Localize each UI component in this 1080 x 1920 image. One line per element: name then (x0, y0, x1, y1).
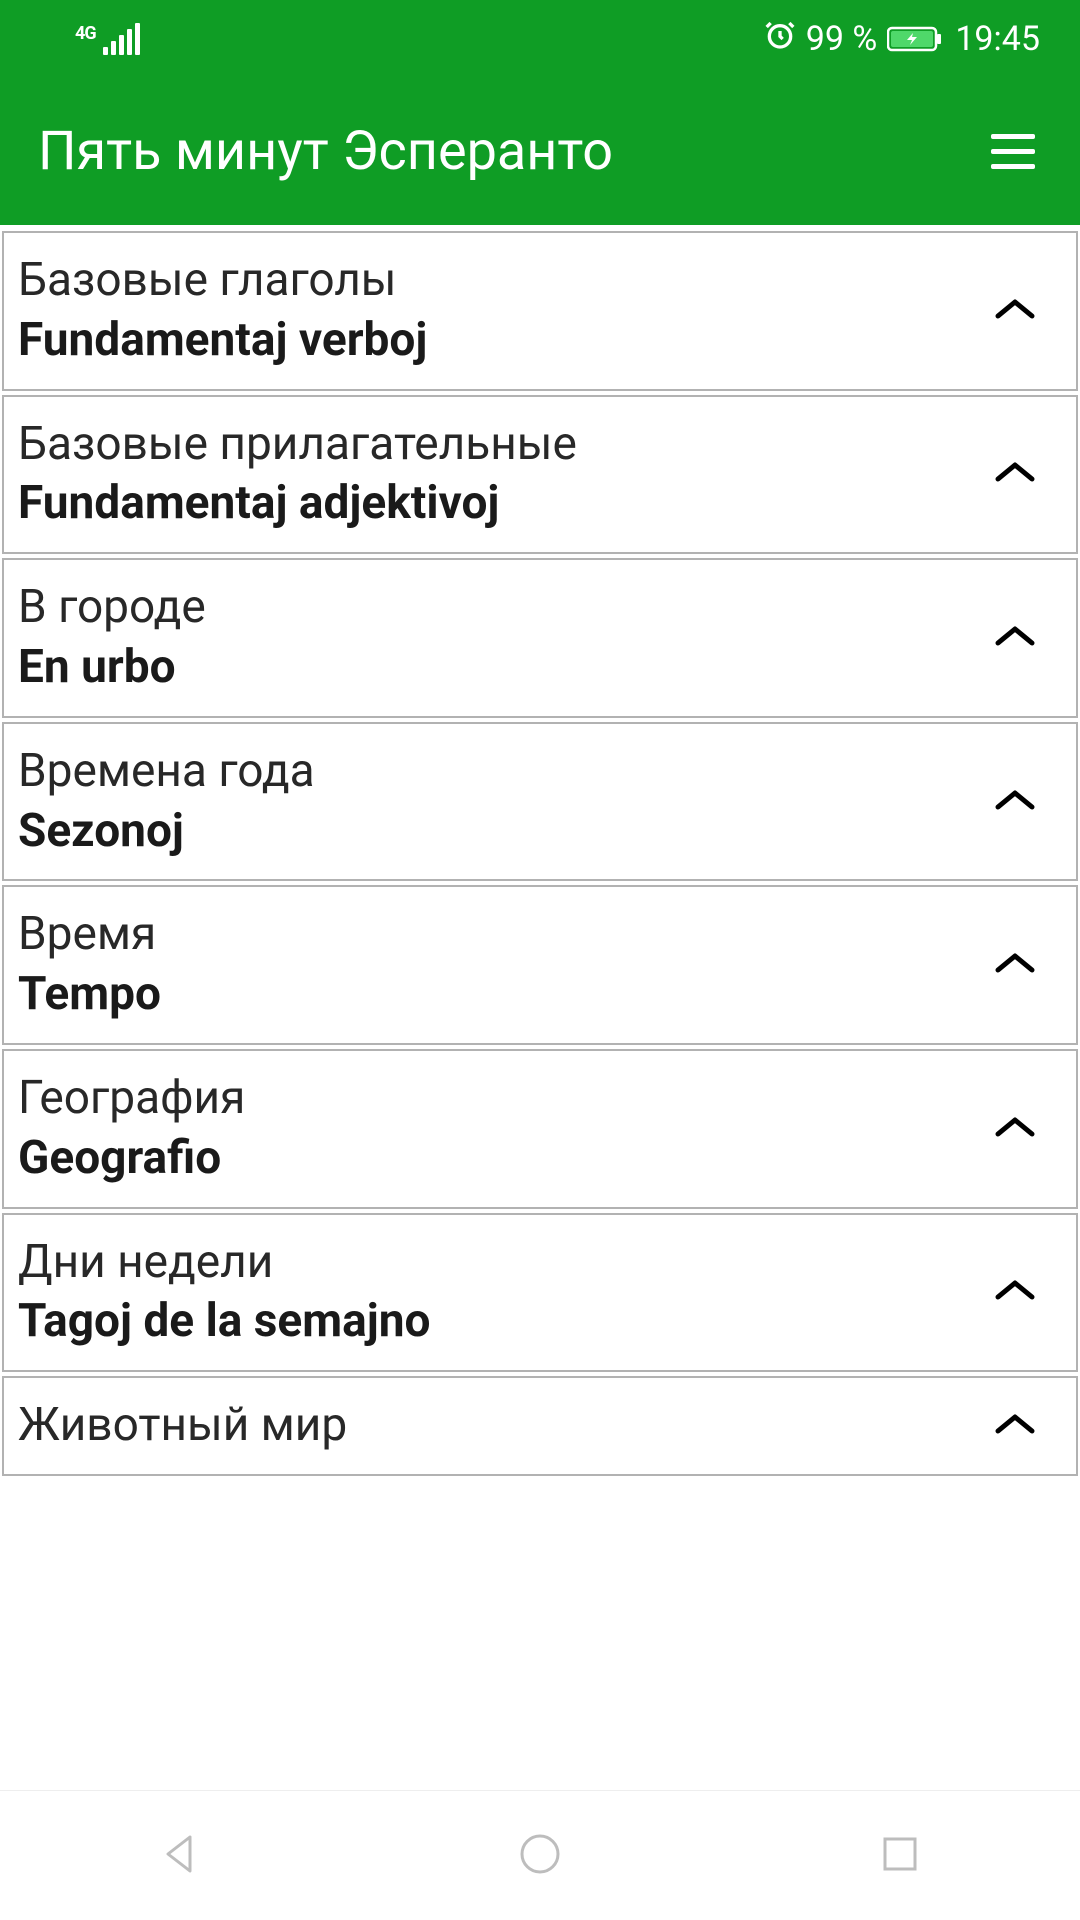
chevron-up-icon (994, 296, 1036, 326)
chevron-up-icon (994, 1411, 1036, 1441)
back-button[interactable] (155, 1829, 205, 1883)
item-title: Базовые глаголы (18, 251, 427, 311)
item-subtitle: Sezonoj (18, 802, 315, 862)
item-title: Времена года (18, 742, 315, 802)
network-label: 4G (75, 23, 96, 44)
item-title: Животный мир (18, 1396, 347, 1456)
nav-bar (0, 1790, 1080, 1920)
status-left: 4G (75, 23, 140, 55)
status-right: 99 % 19:45 (764, 19, 1040, 60)
chevron-up-icon (994, 623, 1036, 653)
item-subtitle: Fundamentaj adjektivoj (18, 474, 577, 534)
home-button[interactable] (515, 1829, 565, 1883)
item-title: Базовые прилагательные (18, 415, 577, 475)
item-subtitle: Geografio (18, 1129, 245, 1189)
item-title: В городе (18, 578, 206, 638)
item-subtitle: En urbo (18, 638, 206, 698)
battery-label: 99 % (806, 19, 878, 59)
item-subtitle: Tempo (18, 965, 161, 1025)
time-label: 19:45 (955, 19, 1040, 59)
list-item[interactable]: Время Tempo (2, 885, 1078, 1045)
item-subtitle: Fundamentaj verboj (18, 311, 427, 371)
list-item[interactable]: Базовые глаголы Fundamentaj verboj (2, 231, 1078, 391)
alarm-icon (764, 19, 796, 60)
list-item[interactable]: География Geografio (2, 1049, 1078, 1209)
item-title: Время (18, 905, 161, 965)
list-item[interactable]: Времена года Sezonoj (2, 722, 1078, 882)
item-title: Дни недели (18, 1233, 430, 1293)
signal-icon (103, 23, 140, 55)
chevron-up-icon (994, 459, 1036, 489)
recent-button[interactable] (875, 1829, 925, 1883)
chevron-up-icon (994, 1277, 1036, 1307)
chevron-up-icon (994, 950, 1036, 980)
list-item[interactable]: Базовые прилагательные Fundamentaj adjek… (2, 395, 1078, 555)
chevron-up-icon (994, 787, 1036, 817)
app-bar: Пять минут Эсперанто (0, 78, 1080, 225)
category-list: Базовые глаголы Fundamentaj verboj Базов… (0, 225, 1080, 1476)
list-item[interactable]: В городе En urbo (2, 558, 1078, 718)
menu-button[interactable] (991, 134, 1035, 169)
item-title: География (18, 1069, 245, 1129)
battery-icon (887, 25, 945, 53)
chevron-up-icon (994, 1114, 1036, 1144)
list-item[interactable]: Животный мир (2, 1376, 1078, 1476)
page-title: Пять минут Эсперанто (38, 120, 613, 183)
status-bar: 4G 99 % 19:45 (0, 0, 1080, 78)
list-item[interactable]: Дни недели Tagoj de la semajno (2, 1213, 1078, 1373)
item-subtitle: Tagoj de la semajno (18, 1292, 430, 1352)
